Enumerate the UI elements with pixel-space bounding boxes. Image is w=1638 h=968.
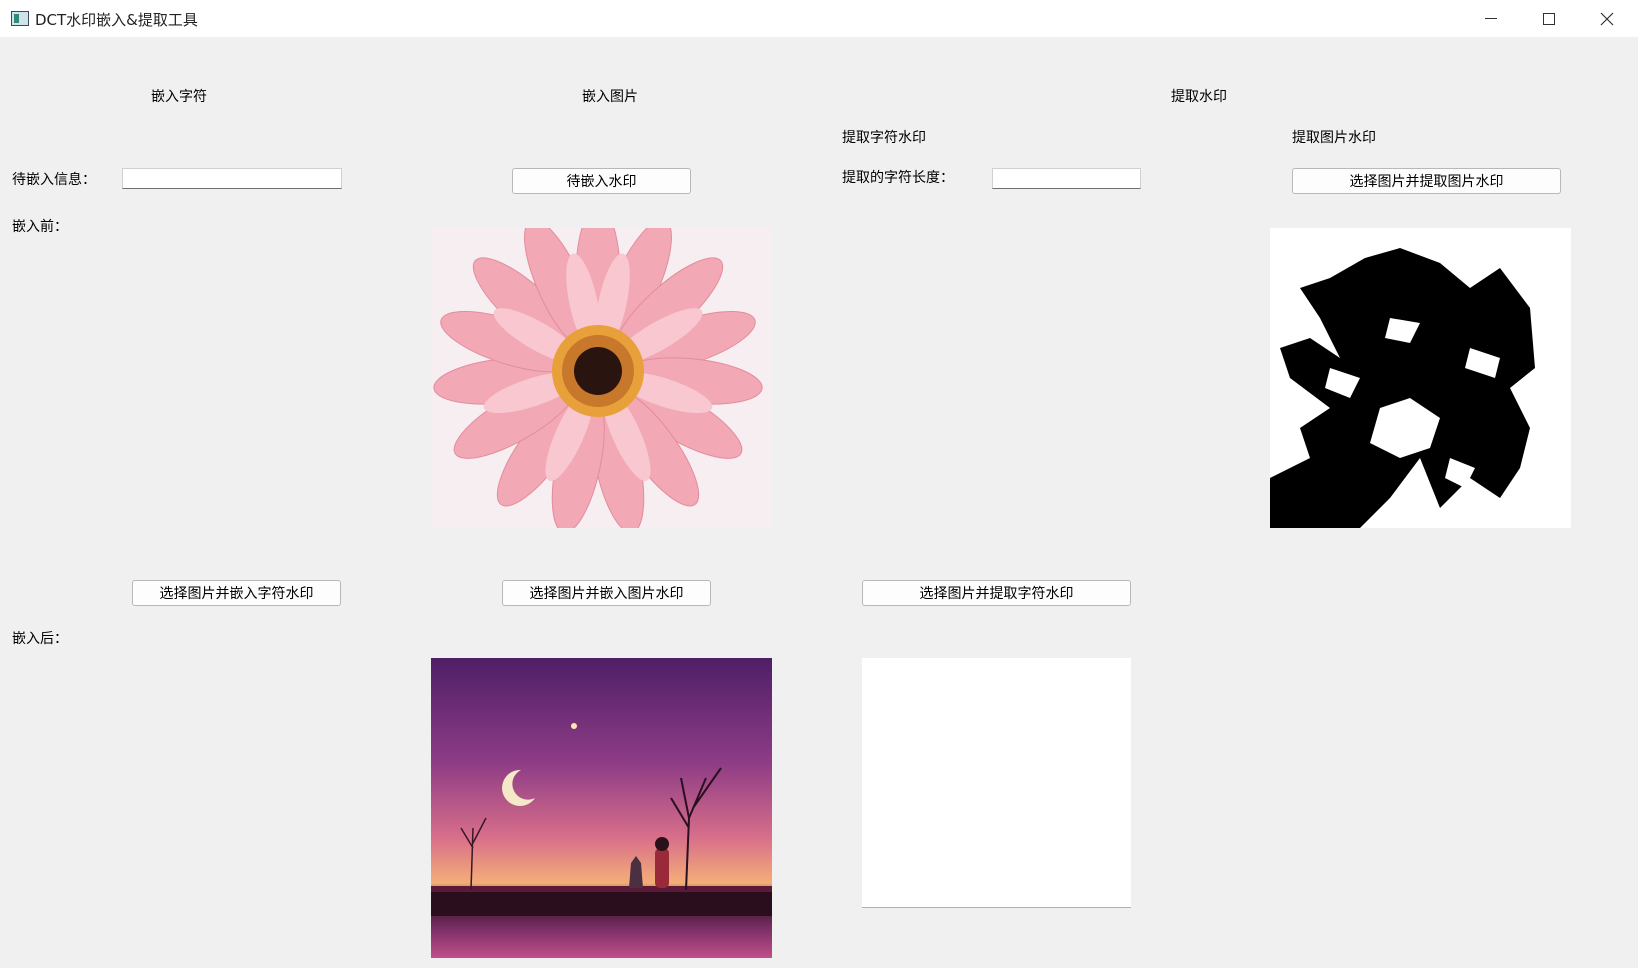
extracted-watermark-preview	[1270, 228, 1571, 528]
watermark-image-preview	[431, 228, 772, 528]
extract-length-label: 提取的字符长度：	[842, 170, 954, 186]
minimize-icon	[1485, 18, 1497, 19]
title-bar: DCT水印嵌入&提取工具	[0, 0, 1638, 37]
extract-heading: 提取水印	[1171, 89, 1227, 105]
embed-image-heading: 嵌入图片	[582, 89, 638, 105]
close-icon	[1600, 12, 1614, 25]
extract-length-input[interactable]	[992, 168, 1141, 189]
app-icon	[11, 11, 29, 26]
extract-text-heading: 提取字符水印	[842, 130, 926, 146]
close-button[interactable]	[1578, 0, 1636, 37]
embedded-image-preview	[431, 658, 772, 958]
maximize-icon	[1543, 12, 1555, 25]
maximize-button[interactable]	[1520, 0, 1578, 37]
embed-info-label: 待嵌入信息：	[12, 172, 96, 188]
before-label: 嵌入前：	[12, 219, 68, 235]
embed-image-watermark-button[interactable]: 选择图片并嵌入图片水印	[502, 580, 711, 606]
embed-text-heading: 嵌入字符	[151, 89, 207, 105]
watermark-select-button[interactable]: 待嵌入水印	[512, 168, 691, 194]
extract-text-watermark-button[interactable]: 选择图片并提取字符水印	[862, 580, 1131, 606]
extracted-text-output	[862, 658, 1131, 908]
window-title: DCT水印嵌入&提取工具	[35, 11, 198, 29]
extract-image-watermark-button[interactable]: 选择图片并提取图片水印	[1292, 168, 1561, 194]
embed-info-input[interactable]	[122, 168, 342, 189]
embed-text-watermark-button[interactable]: 选择图片并嵌入字符水印	[132, 580, 341, 606]
extract-image-heading: 提取图片水印	[1292, 130, 1376, 146]
minimize-button[interactable]	[1462, 0, 1520, 37]
after-label: 嵌入后：	[12, 631, 68, 647]
